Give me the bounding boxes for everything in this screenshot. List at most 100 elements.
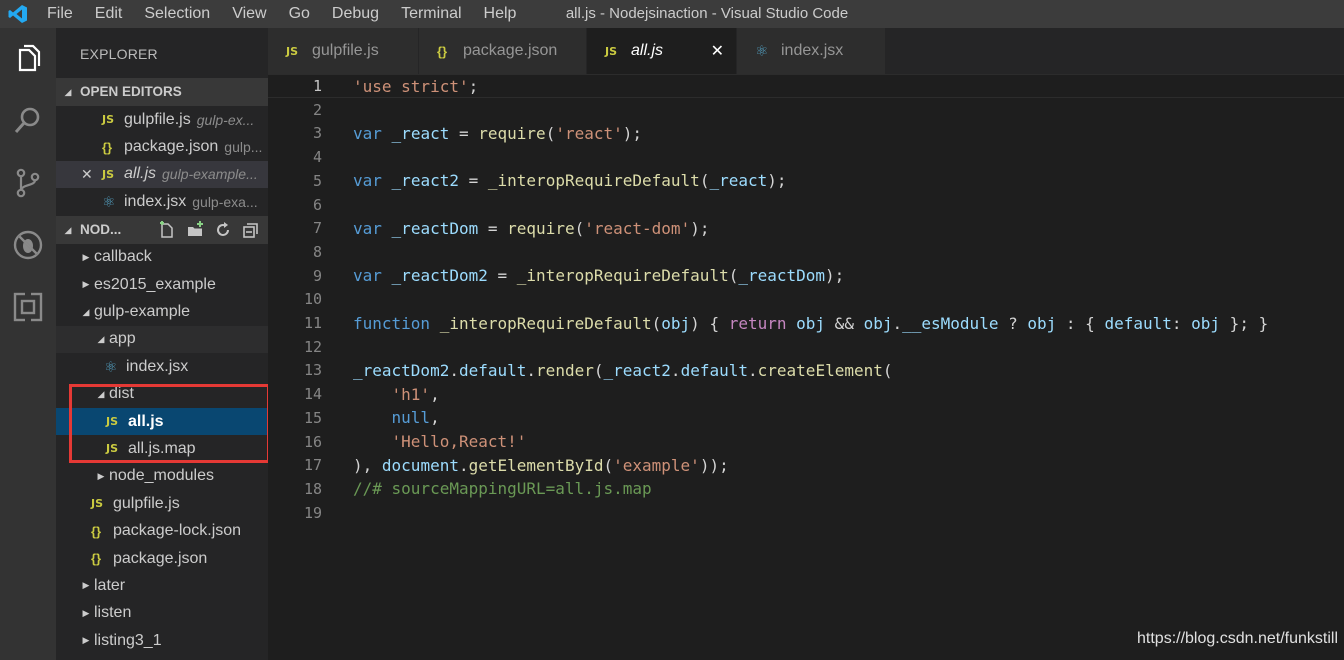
chevron-down-icon: ◢ — [64, 87, 72, 97]
menu-debug[interactable]: Debug — [321, 0, 390, 28]
debug-icon[interactable] — [0, 214, 56, 276]
line-code: 'use strict'; — [353, 77, 478, 96]
chevron-down-icon: ◢ — [64, 224, 72, 235]
tree-file-index-jsx[interactable]: ⚛ index.jsx — [56, 353, 268, 380]
code-token: ( — [651, 313, 662, 333]
tab-gulpfile[interactable]: JS gulpfile.js — [268, 28, 419, 74]
code-token: . — [449, 360, 459, 380]
tree-file-all-js[interactable]: JS all.js — [56, 407, 268, 436]
collapse-all-icon[interactable] — [240, 219, 262, 241]
editor-tab-bar: JS gulpfile.js {} package.json JS all.js… — [268, 28, 1344, 74]
new-file-icon[interactable] — [156, 219, 178, 241]
chevron-right-icon: ▶ — [82, 635, 90, 646]
line-number: 3 — [312, 124, 322, 143]
code-line[interactable]: 2 — [268, 98, 1344, 122]
code-token: _react — [709, 171, 768, 191]
code-line[interactable]: 10 — [268, 287, 1344, 311]
code-line[interactable]: 6 — [268, 193, 1344, 217]
new-folder-icon[interactable] — [184, 219, 206, 241]
line-number: 13 — [303, 361, 322, 380]
menu-view[interactable]: View — [221, 0, 277, 28]
tree-folder-listen[interactable]: ▶ listen — [56, 600, 268, 627]
code-token: : — [1171, 313, 1192, 333]
code-line[interactable]: 9 var _reactDom2 = _interopRequireDefault… — [268, 264, 1344, 288]
code-line[interactable]: 12 — [268, 335, 1344, 359]
tree-folder-dist[interactable]: ◢ dist — [56, 381, 268, 408]
code-line[interactable]: 11 function _interopRequireDefault(obj) {… — [268, 311, 1344, 335]
code-token: ); — [690, 218, 710, 238]
menu-go[interactable]: Go — [278, 0, 321, 28]
open-editor-index-jsx[interactable]: ⚛ index.jsx gulp-exa... — [56, 188, 268, 215]
tab-package-json[interactable]: {} package.json — [419, 28, 587, 74]
line-code: var _reactDom = require('react-dom'); — [353, 219, 709, 238]
code-token: ( — [545, 123, 556, 143]
refresh-icon[interactable] — [212, 219, 234, 241]
tab-all-js[interactable]: JS all.js ✕ — [587, 28, 737, 74]
code-token: ( — [603, 455, 614, 475]
js-file-icon: JS — [605, 44, 618, 58]
source-control-icon[interactable] — [0, 152, 56, 214]
open-editors-header[interactable]: ◢ OPEN EDITORS — [56, 78, 268, 106]
code-line[interactable]: 1 'use strict'; — [268, 74, 1344, 98]
js-file-icon: JS — [102, 113, 115, 127]
code-line[interactable]: 5 var _react2 = _interopRequireDefault(_r… — [268, 169, 1344, 193]
tree-folder-callback[interactable]: ▶ callback — [56, 244, 268, 271]
tab-index-jsx[interactable]: ⚛ index.jsx — [737, 28, 886, 74]
code-line[interactable]: 15 null, — [268, 406, 1344, 430]
code-line[interactable]: 17), document.getElementById('example'))… — [268, 453, 1344, 477]
tree-file-package-lock[interactable]: {} package-lock.json — [56, 517, 268, 544]
menu-file[interactable]: File — [36, 0, 84, 28]
code-token: . — [670, 360, 681, 380]
open-editor-all-js[interactable]: ✕ JS all.js gulp-example... — [56, 160, 268, 189]
code-token: _interopRequireDefault — [439, 313, 652, 333]
code-line[interactable]: 3 var _react = require('react'); — [268, 121, 1344, 145]
search-icon[interactable] — [0, 90, 56, 152]
menu-edit[interactable]: Edit — [84, 0, 134, 28]
tree-file-package-json[interactable]: {} package.json — [56, 545, 268, 572]
tree-folder-listing3-1[interactable]: ▶ listing3_1 — [56, 627, 268, 654]
open-editor-gulpfile[interactable]: JS gulpfile.js gulp-ex... — [56, 106, 268, 133]
react-file-icon: ⚛ — [104, 358, 118, 376]
close-icon[interactable]: ✕ — [81, 166, 93, 183]
code-line[interactable]: 16 'Hello,React!' — [268, 430, 1344, 454]
code-line[interactable]: 13 _reactDom2.default.render(_react2.defa… — [268, 358, 1344, 382]
menu-help[interactable]: Help — [473, 0, 528, 28]
json-file-icon: {} — [102, 139, 113, 155]
open-editor-package-json[interactable]: {} package.json gulp... — [56, 133, 268, 160]
code-token: var — [353, 123, 382, 143]
line-number: 8 — [312, 242, 322, 261]
code-line[interactable]: 19 — [268, 501, 1344, 525]
tree-file-all-js-map[interactable]: JS all.js.map — [56, 435, 268, 462]
code-line[interactable]: 18 //# sourceMappingURL=all.js.map — [268, 477, 1344, 501]
chevron-right-icon: ▶ — [82, 279, 90, 290]
code-line[interactable]: 4 — [268, 145, 1344, 169]
line-code: var _reactDom2 = _interopRequireDefault(… — [353, 266, 844, 285]
folder-section-header[interactable]: ◢ NOD... — [56, 215, 268, 244]
close-icon[interactable]: ✕ — [711, 41, 724, 61]
tree-folder-app[interactable]: ◢ app — [56, 325, 268, 354]
extensions-icon[interactable] — [0, 276, 56, 338]
code-editor[interactable]: 1'use strict'; 2 3 var _react = require('re… — [268, 74, 1344, 660]
menu-terminal[interactable]: Terminal — [390, 0, 472, 28]
tree-folder-es2015[interactable]: ▶ es2015_example — [56, 271, 268, 298]
tree-folder-gulp-example[interactable]: ◢ gulp-example — [56, 298, 268, 325]
code-token: 'react-dom' — [584, 218, 691, 238]
line-number: 16 — [303, 432, 322, 451]
code-token: obj — [863, 313, 893, 333]
json-file-icon: {} — [91, 551, 102, 567]
code-line[interactable]: 8 — [268, 240, 1344, 264]
code-token: obj — [796, 313, 826, 333]
files-icon[interactable] — [0, 28, 56, 90]
js-file-icon: JS — [106, 442, 119, 456]
menu-selection[interactable]: Selection — [133, 0, 221, 28]
tree-file-gulpfile[interactable]: JS gulpfile.js — [56, 490, 268, 517]
code-line[interactable]: 14 'h1', — [268, 382, 1344, 406]
tree-folder-later[interactable]: ▶ later — [56, 572, 268, 599]
watermark-text: https://blog.csdn.net/funkstill — [1137, 630, 1338, 647]
code-token: }; } — [1220, 313, 1269, 333]
tree-folder-node-modules[interactable]: ▶ node_modules — [56, 463, 268, 490]
code-line[interactable]: 7 var _reactDom = require('react-dom'); — [268, 216, 1344, 240]
